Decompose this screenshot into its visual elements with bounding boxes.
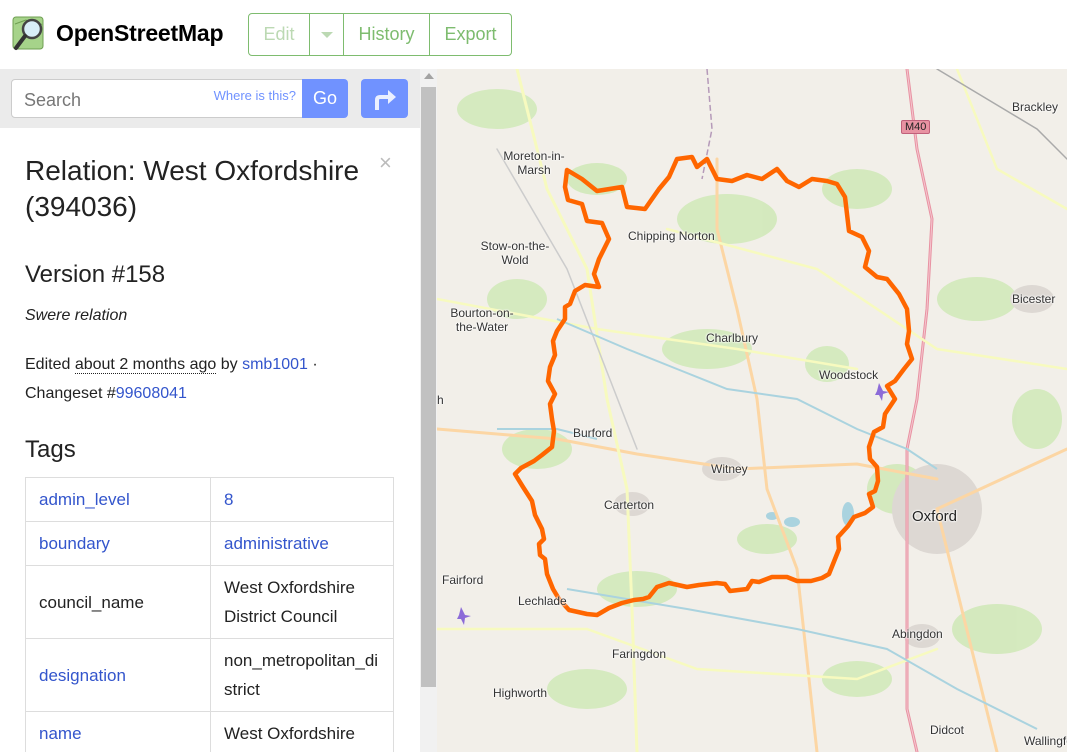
place-faringdon: Faringdon	[612, 647, 667, 661]
place-carterton: Carterton	[604, 498, 655, 512]
tag-value: West Oxfordshire District Council	[210, 565, 394, 639]
tag-value[interactable]: 8	[210, 477, 394, 522]
edit-dropdown-button[interactable]	[310, 14, 344, 55]
place-highworth: Highworth	[493, 686, 548, 700]
header: OpenStreetMap Edit History Export	[0, 0, 1067, 69]
place-charlbury: Charlbury	[706, 331, 759, 345]
place-fairford: Fairford	[442, 573, 484, 587]
feature-panel: × Relation: West Oxfordshire (394036) Ve…	[0, 128, 420, 752]
place-didcot: Didcot	[930, 723, 965, 737]
map[interactable]: M40 Moreton-in-Marsh Stow-on-the-Wold Bo…	[437, 69, 1067, 752]
place-woodstock: Woodstock	[819, 368, 879, 382]
version-heading: Version #158	[25, 261, 166, 288]
tag-value-link[interactable]: 8	[224, 490, 233, 509]
changeset-comment: Swere relation	[25, 307, 128, 324]
user-link[interactable]: smb1001	[242, 356, 308, 373]
table-row: name West Oxfordshire	[25, 711, 394, 752]
edited-prefix: Edited	[25, 356, 71, 373]
woodland-areas	[457, 89, 1062, 709]
tag-key-link[interactable]: designation	[39, 666, 126, 685]
place-partial-h: h	[437, 393, 444, 407]
tag-key[interactable]: designation	[25, 638, 211, 712]
place-brackley: Brackley	[1012, 100, 1059, 114]
place-witney: Witney	[711, 462, 748, 476]
place-stow: Stow-on-the-Wold	[480, 239, 550, 267]
scrollbar-thumb[interactable]	[421, 87, 436, 687]
search-input[interactable]	[22, 89, 212, 112]
place-oxford: Oxford	[912, 508, 958, 525]
go-button[interactable]: Go	[302, 79, 348, 118]
where-is-this-link[interactable]: Where is this?	[214, 88, 296, 103]
edited-by: by	[220, 356, 238, 373]
changeset-prefix: Changeset #	[25, 385, 116, 402]
directions-button[interactable]	[361, 79, 408, 118]
tag-value: non_metropolitan_district	[210, 638, 394, 712]
caret-down-icon	[320, 31, 333, 38]
edit-history-export-group: Edit History Export	[248, 13, 512, 56]
search-bar: Where is this? Go	[0, 69, 420, 128]
place-bourton: Bourton-on-the-Water	[450, 306, 514, 334]
export-button[interactable]: Export	[430, 14, 511, 55]
tag-value: West Oxfordshire	[210, 711, 394, 752]
separator-dot: ·	[307, 356, 318, 373]
history-button[interactable]: History	[344, 14, 430, 55]
place-chipping-norton: Chipping Norton	[628, 229, 715, 243]
tag-value[interactable]: administrative	[210, 521, 394, 566]
brand[interactable]: OpenStreetMap	[12, 14, 224, 52]
close-icon[interactable]: ×	[379, 150, 392, 176]
place-bicester: Bicester	[1012, 292, 1056, 306]
edited-time: about 2 months ago	[74, 356, 217, 374]
place-abingdon: Abingdon	[892, 627, 943, 641]
tag-key-link[interactable]: name	[39, 724, 82, 743]
tag-value-link[interactable]: administrative	[224, 534, 329, 553]
place-lechlade: Lechlade	[518, 594, 567, 608]
tag-key[interactable]: admin_level	[25, 477, 211, 522]
tag-key: council_name	[25, 565, 211, 639]
edit-button[interactable]: Edit	[249, 14, 310, 55]
sidebar: Where is this? Go × Relation: West Oxfor…	[0, 69, 420, 752]
directions-icon	[374, 89, 396, 110]
osm-logo-icon	[12, 16, 44, 50]
tags-heading: Tags	[25, 436, 76, 463]
place-moreton: Moreton-in-Marsh	[503, 149, 565, 177]
tag-key[interactable]: name	[25, 711, 211, 752]
table-row: designation non_metropolitan_district	[25, 638, 394, 712]
place-burford: Burford	[573, 426, 613, 440]
search-field[interactable]: Where is this?	[11, 79, 303, 118]
tags-table: admin_level 8 boundary administrative co…	[25, 477, 394, 752]
table-row: council_name West Oxfordshire District C…	[25, 565, 394, 639]
tag-key-link[interactable]: boundary	[39, 534, 110, 553]
m40-shield: M40	[901, 120, 931, 134]
tag-key[interactable]: boundary	[25, 521, 211, 566]
page-title: Relation: West Oxfordshire (394036)	[25, 155, 360, 222]
place-wallingford: Wallingfo	[1024, 734, 1067, 748]
scroll-up-arrow-icon[interactable]	[424, 73, 434, 79]
table-row: admin_level 8	[25, 477, 394, 522]
edit-info: Edited about 2 months ago by smb1001 · C…	[25, 350, 385, 408]
table-row: boundary administrative	[25, 521, 394, 566]
brand-name: OpenStreetMap	[56, 19, 224, 46]
tag-key-link[interactable]: admin_level	[39, 490, 130, 509]
changeset-link[interactable]: 99608041	[116, 385, 187, 402]
